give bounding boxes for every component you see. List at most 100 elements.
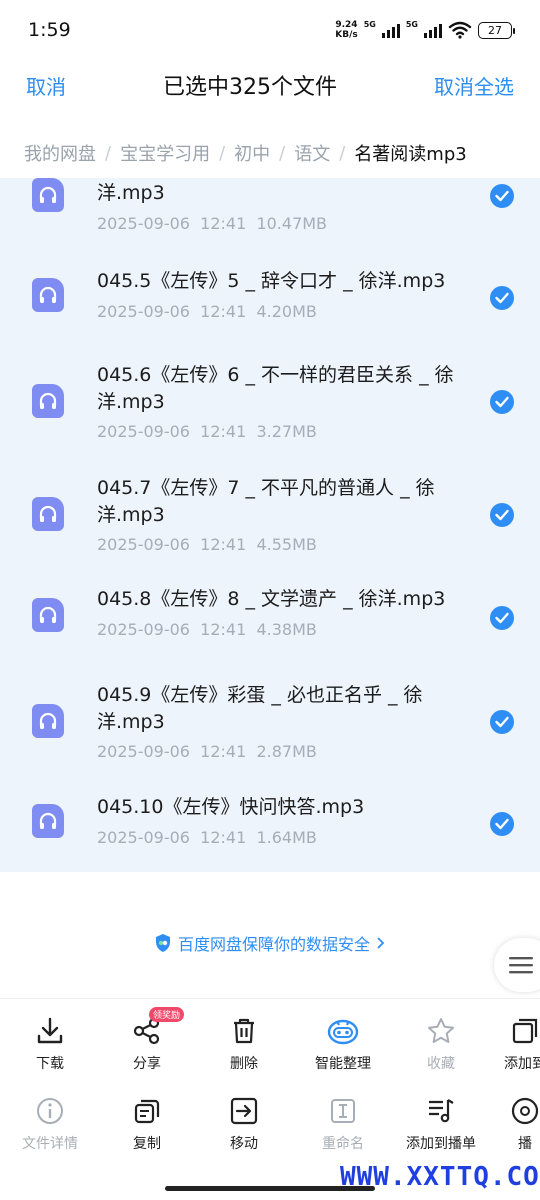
smart-organize-button[interactable]: 智能整理: [293, 1013, 393, 1073]
play-button[interactable]: 播: [488, 1093, 540, 1153]
deselect-all-button[interactable]: 取消全选: [434, 71, 514, 100]
playlist-add-icon: [429, 1099, 454, 1123]
delete-label: 删除: [230, 1056, 258, 1072]
file-name: 045.5《左传》5 _ 辞令口才 _ 徐洋.mp3: [97, 270, 446, 292]
file-row[interactable]: 洋.mp3 2025-09-06 12:41 10.47MB: [0, 178, 540, 236]
page-title: 已选中325个文件: [163, 75, 337, 100]
play-icon: [511, 1097, 539, 1125]
delete-button[interactable]: 删除: [194, 1013, 294, 1073]
signal-2-tag: 5G: [405, 20, 418, 29]
move-button[interactable]: 移动: [194, 1093, 294, 1153]
status-time: 1:59: [28, 19, 71, 41]
file-row[interactable]: 045.5《左传》5 _ 辞令口才 _ 徐洋.mp3 2025-09-06 12…: [0, 258, 540, 338]
checked-checkbox[interactable]: [490, 812, 514, 836]
download-label: 下载: [36, 1056, 64, 1072]
rename-button[interactable]: 重命名: [293, 1093, 393, 1153]
network-speed: 9.24 KB/s: [335, 20, 358, 40]
status-indicators: 9.24 KB/s 5G 5G 27: [335, 20, 515, 40]
file-details-button[interactable]: 文件详情: [0, 1093, 100, 1153]
signal-1-tag: 5G: [363, 20, 376, 29]
reward-badge: 领奖励: [149, 1007, 185, 1022]
file-row[interactable]: 045.8《左传》8 _ 文学遗产 _ 徐洋.mp3 2025-09-06 12…: [0, 576, 540, 660]
status-bar: 1:59 9.24 KB/s 5G 5G 27: [0, 0, 540, 60]
file-list[interactable]: 洋.mp3 2025-09-06 12:41 10.47MB 045.5《左传》…: [0, 178, 540, 872]
file-name: 045.7《左传》7 _ 不平凡的普通人 _ 徐洋.mp3: [97, 477, 435, 526]
info-icon: [37, 1098, 63, 1124]
breadcrumb-item[interactable]: 宝宝学习用: [120, 140, 210, 166]
checked-checkbox[interactable]: [490, 286, 514, 310]
audio-file-icon: [32, 178, 64, 212]
robot-icon: [327, 1019, 359, 1045]
copy-button[interactable]: 复制: [97, 1093, 197, 1153]
file-meta: 2025-09-06 12:41 1.64MB: [97, 828, 317, 847]
shield-icon: [155, 934, 170, 952]
audio-file-icon: [32, 497, 64, 531]
file-name: 045.8《左传》8 _ 文学遗产 _ 徐洋.mp3: [97, 588, 446, 610]
cancel-button[interactable]: 取消: [26, 71, 66, 100]
star-icon: [428, 1018, 454, 1043]
download-button[interactable]: 下载: [0, 1013, 100, 1073]
add-to-playlist-label: 添加到播单: [406, 1136, 476, 1152]
share-button[interactable]: 领奖励 分享: [97, 1007, 197, 1073]
file-name: 045.10《左传》快问快答.mp3: [97, 796, 365, 818]
checked-checkbox[interactable]: [490, 606, 514, 630]
audio-file-icon: [32, 704, 64, 738]
breadcrumb-current: 名著阅读mp3: [354, 144, 467, 165]
play-label: 播: [518, 1136, 532, 1152]
file-row[interactable]: 045.10《左传》快问快答.mp3 2025-09-06 12:41 1.64…: [0, 782, 540, 866]
breadcrumb-separator: /: [105, 142, 112, 164]
breadcrumb-item[interactable]: 初中: [234, 140, 270, 166]
audio-file-icon: [32, 278, 64, 312]
breadcrumb-separator: /: [279, 142, 286, 164]
checked-checkbox[interactable]: [490, 503, 514, 527]
signal-2-icon: [424, 22, 442, 38]
rename-label: 重命名: [322, 1136, 364, 1152]
smart-organize-label: 智能整理: [315, 1056, 371, 1072]
rename-icon: [331, 1099, 355, 1123]
checked-checkbox[interactable]: [490, 184, 514, 208]
breadcrumb-separator: /: [339, 142, 346, 164]
wifi-icon: [448, 21, 472, 39]
breadcrumb-separator: /: [219, 142, 226, 164]
chevron-right-icon: [377, 937, 385, 949]
favorite-label: 收藏: [427, 1056, 455, 1072]
file-meta: 2025-09-06 12:41 2.87MB: [97, 742, 317, 761]
audio-file-icon: [32, 384, 64, 418]
add-to-label: 添加到: [504, 1056, 540, 1072]
menu-icon: [509, 957, 533, 974]
checked-checkbox[interactable]: [490, 390, 514, 414]
file-name: 洋.mp3: [97, 182, 165, 204]
favorite-button[interactable]: 收藏: [391, 1013, 491, 1073]
file-row[interactable]: 045.9《左传》彩蛋 _ 必也正名乎 _ 徐洋.mp3 2025-09-06 …: [0, 670, 540, 770]
selection-header: 取消 已选中325个文件 取消全选: [0, 60, 540, 110]
file-meta: 2025-09-06 12:41 10.47MB: [97, 214, 328, 233]
trash-icon: [234, 1018, 254, 1044]
file-meta: 2025-09-06 12:41 4.20MB: [97, 302, 317, 321]
add-to-icon: [512, 1018, 538, 1044]
move-icon: [230, 1097, 258, 1125]
add-to-playlist-button[interactable]: 添加到播单: [391, 1093, 491, 1153]
security-text: 百度网盘保障你的数据安全: [177, 935, 370, 954]
file-row[interactable]: 045.7《左传》7 _ 不平凡的普通人 _ 徐洋.mp3 2025-09-06…: [0, 463, 540, 563]
signal-1-icon: [381, 22, 400, 38]
checked-checkbox[interactable]: [490, 710, 514, 734]
file-meta: 2025-09-06 12:41 3.27MB: [97, 422, 317, 441]
breadcrumb-item[interactable]: 语文: [294, 140, 330, 166]
security-banner[interactable]: 百度网盘保障你的数据安全: [0, 928, 540, 958]
file-details-label: 文件详情: [22, 1136, 78, 1152]
breadcrumb-item[interactable]: 我的网盘: [24, 140, 96, 166]
add-to-button[interactable]: 添加到: [488, 1013, 540, 1073]
file-meta: 2025-09-06 12:41 4.38MB: [97, 620, 317, 639]
audio-file-icon: [32, 804, 64, 838]
download-icon: [37, 1017, 63, 1044]
file-row[interactable]: 045.6《左传》6 _ 不一样的君臣关系 _ 徐洋.mp3 2025-09-0…: [0, 350, 540, 450]
floating-menu-button[interactable]: [494, 938, 540, 992]
file-name: 045.9《左传》彩蛋 _ 必也正名乎 _ 徐洋.mp3: [97, 684, 423, 733]
copy-label: 复制: [133, 1136, 161, 1152]
audio-file-icon: [32, 598, 64, 632]
breadcrumb: 我的网盘 / 宝宝学习用 / 初中 / 语文 / 名著阅读mp3: [0, 128, 540, 178]
file-name: 045.6《左传》6 _ 不一样的君臣关系 _ 徐洋.mp3: [97, 364, 454, 413]
copy-icon: [134, 1099, 160, 1124]
battery-icon: 27: [478, 21, 515, 39]
home-indicator[interactable]: [165, 1186, 375, 1191]
